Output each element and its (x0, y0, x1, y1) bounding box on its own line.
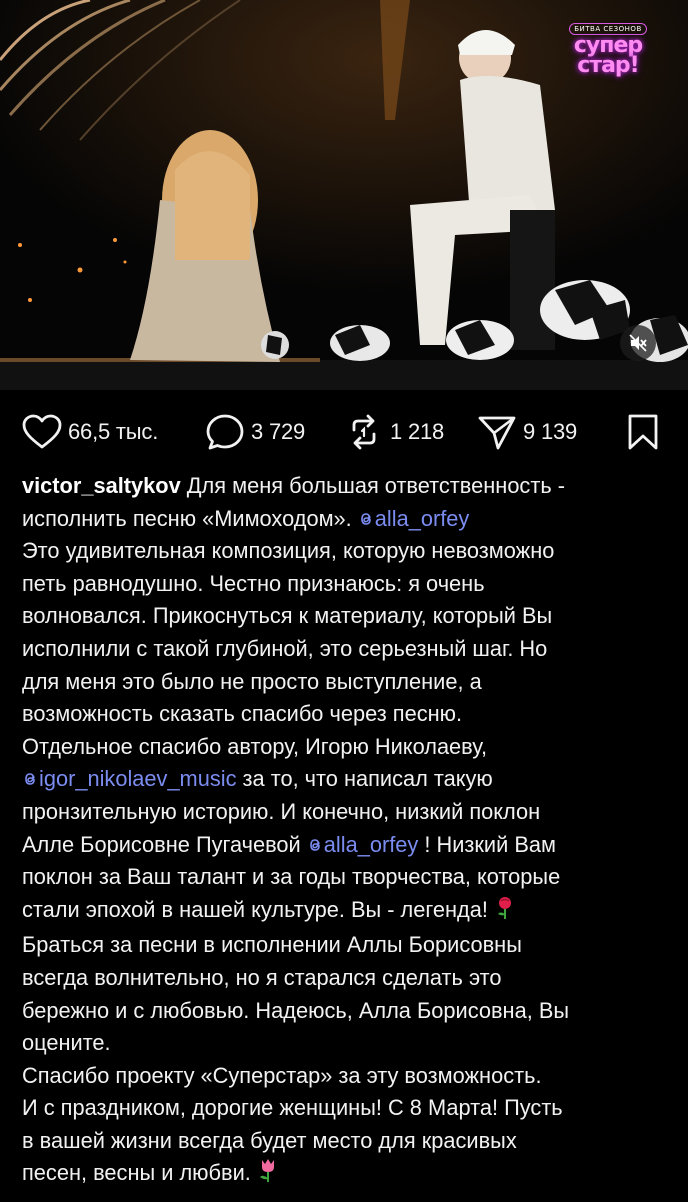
caption-line: волновался. Прикоснуться к материалу, ко… (22, 600, 662, 633)
threads-icon (360, 512, 371, 525)
mention-handle: alla_orfey (323, 831, 419, 857)
caption-line: бережно и с любовью. Надеюсь, Алла Борис… (22, 995, 662, 1028)
caption-line: возможность сказать спасибо через песню. (22, 698, 662, 731)
caption-text: бережно и с любовью. Надеюсь, Алла Борис… (22, 997, 570, 1023)
caption-text: в вашей жизни всегда будет место для кра… (22, 1127, 517, 1153)
caption-line: И с праздником, дорогие женщины! С 8 Мар… (22, 1092, 662, 1125)
caption-line: всегда волнительно, но я старался сделат… (22, 962, 662, 995)
caption-text: стали эпохой в нашей культуре. Вы - леге… (22, 896, 494, 922)
like-count: 66,5 тыс. (68, 419, 159, 444)
repost-arrows-icon (352, 414, 376, 450)
caption-line: Отдельное спасибо автору, Игорю Николаев… (22, 731, 662, 764)
caption-line: для меня это было не просто выступление,… (22, 666, 662, 699)
caption-text: Спасибо проекту «Суперстар» за эту возмо… (22, 1062, 542, 1088)
mention-handle: igor_nikolaev_music (39, 766, 237, 792)
logo-title: супер стар! (573, 33, 643, 78)
caption-line: оцените. (22, 1027, 662, 1060)
caption-text: волновался. Прикоснуться к материалу, ко… (22, 603, 553, 629)
caption-text: Для меня большая ответственность - (180, 473, 565, 498)
caption-text: исполнили с такой глубиной, это серьезны… (22, 635, 548, 661)
caption-text: ! Низкий Вам (418, 831, 556, 857)
caption-text: для меня это было не просто выступление,… (22, 668, 482, 694)
heart-icon (22, 414, 62, 449)
caption-text: исполнить песню «Мимоходом». (22, 505, 358, 531)
rose-emoji-icon (494, 896, 516, 930)
caption-text: песен, весны и любви. (22, 1160, 257, 1186)
caption-text: И с праздником, дорогие женщины! С 8 Мар… (22, 1095, 563, 1121)
caption-text: поклон за Ваш талант и за годы творчеств… (22, 864, 561, 890)
superstar-logo: БИТВА СЕЗОНОВ супер стар! (568, 18, 648, 78)
mute-button[interactable] (620, 325, 656, 361)
like-button[interactable]: 66,5 тыс. (22, 413, 158, 451)
mention-link[interactable]: igor_nikolaev_music (22, 766, 236, 791)
tulip-emoji-icon (257, 1157, 279, 1193)
caption-line: Алле Борисовне Пугачевой alla_orfey ! Ни… (22, 829, 662, 862)
caption-line: петь равнодушно. Честно признаюсь: я оче… (22, 568, 662, 601)
caption-text: петь равнодушно. Честно признаюсь: я оче… (22, 570, 485, 596)
caption-line: исполнили с такой глубиной, это серьезны… (22, 633, 662, 666)
threads-icon (309, 838, 320, 851)
caption-text: пронзительную историю. И конечно, низкий… (22, 798, 541, 824)
send-paper-plane-icon (478, 416, 516, 450)
share-count: 9 139 (523, 419, 578, 444)
caption-text: Это удивительная композиция, которую нев… (22, 538, 555, 564)
caption-line: песен, весны и любви. (22, 1157, 662, 1193)
caption-text: Браться за песни в исполнении Аллы Борис… (22, 932, 522, 958)
bookmark-icon (628, 414, 658, 450)
speaker-muted-icon (629, 334, 647, 352)
caption-text: Отдельное спасибо автору, Игорю Николаев… (22, 733, 488, 759)
caption-line: пронзительную историю. И конечно, низкий… (22, 796, 662, 829)
comment-bubble-icon (206, 414, 244, 450)
caption-line: исполнить песню «Мимоходом». alla_orfey (22, 503, 662, 536)
caption-line: Спасибо проекту «Суперстар» за эту возмо… (22, 1060, 662, 1093)
caption-text: всегда волнительно, но я старался сделат… (22, 964, 502, 990)
repost-button[interactable]: 1 218 (344, 413, 444, 451)
mention-handle: alla_orfey (374, 505, 470, 531)
caption-line: стали эпохой в нашей культуре. Вы - леге… (22, 894, 662, 930)
caption-text: Алле Борисовне Пугачевой (22, 831, 307, 857)
caption-text: возможность сказать спасибо через песню. (22, 701, 463, 727)
caption-line: victor_saltykov Для меня большая ответст… (22, 470, 662, 503)
author-username[interactable]: victor_saltykov (22, 473, 181, 498)
mention-link[interactable]: alla_orfey (358, 505, 470, 531)
comment-count: 3 729 (251, 419, 306, 444)
caption-text: оцените. (22, 1030, 111, 1056)
caption-line: в вашей жизни всегда будет место для кра… (22, 1125, 662, 1158)
caption-line: igor_nikolaev_music за то, что написал т… (22, 763, 662, 796)
post-action-bar: 66,5 тыс. 3 729 1 218 9 139 (0, 405, 688, 459)
post-video[interactable]: БИТВА СЕЗОНОВ супер стар! (0, 0, 688, 390)
caption-line: Браться за песни в исполнении Аллы Борис… (22, 929, 662, 962)
save-button[interactable] (626, 413, 660, 451)
mention-link[interactable]: alla_orfey (307, 831, 419, 857)
post-caption: victor_saltykov Для меня большая ответст… (22, 470, 662, 1193)
repost-count: 1 218 (390, 419, 445, 444)
threads-icon (25, 773, 35, 786)
share-button[interactable]: 9 139 (477, 413, 577, 451)
comment-button[interactable]: 3 729 (205, 413, 305, 451)
caption-line: Это удивительная композиция, которую нев… (22, 535, 662, 568)
caption-text: за то, что написал такую (236, 766, 493, 792)
caption-line: поклон за Ваш талант и за годы творчеств… (22, 861, 662, 894)
